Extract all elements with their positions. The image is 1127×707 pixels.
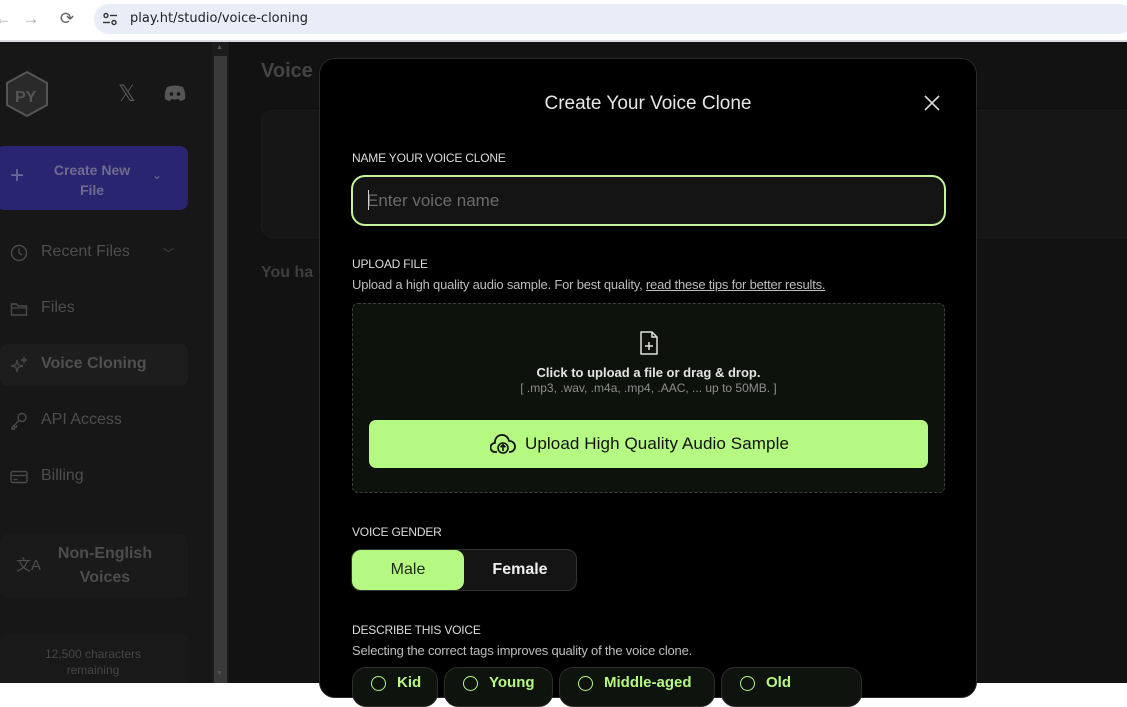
upload-description: Upload a high quality audio sample. For …	[352, 277, 826, 292]
dropzone-text: Click to upload a file or drag & drop.	[536, 365, 761, 380]
tag-young[interactable]: Young	[444, 667, 553, 707]
tag-old[interactable]: Old	[721, 667, 862, 707]
discord-icon[interactable]	[163, 84, 187, 102]
non-english-voices-label: Non-English Voices	[57, 545, 153, 586]
file-dropzone[interactable]: Click to upload a file or drag & drop. […	[352, 303, 945, 493]
cloud-upload-icon	[490, 434, 516, 454]
sidebar-item-label: Billing	[41, 467, 84, 484]
create-new-file-label: Create New File	[53, 162, 131, 198]
sidebar-item-api-access[interactable]: API Access	[0, 400, 188, 442]
text-caret	[368, 190, 369, 210]
x-twitter-icon[interactable]: 𝕏	[118, 82, 136, 107]
svg-text:PY: PY	[15, 89, 37, 106]
characters-remaining-text: 12,500 characters remaining	[44, 647, 142, 677]
sparkles-icon	[10, 356, 28, 373]
page-title: Voice	[261, 60, 313, 82]
forward-button[interactable]: →	[20, 8, 42, 30]
create-voice-clone-modal: Create Your Voice Clone NAME YOUR VOICE …	[319, 58, 977, 707]
sidebar: PY 𝕏 + Create New File ⌄ Recent Files ﹀ …	[0, 42, 212, 683]
gender-toggle: Male Female	[351, 549, 577, 591]
sidebar-item-label: Voice Cloning	[41, 355, 147, 372]
plus-circle-icon	[463, 676, 478, 691]
sidebar-item-files[interactable]: Files	[0, 288, 188, 330]
upload-audio-button-label: Upload High Quality Audio Sample	[525, 434, 790, 453]
voice-name-input[interactable]	[351, 175, 946, 226]
dropzone-formats: [ .mp3, .wav, .m4a, .mp4, .AAC, ... up t…	[520, 381, 777, 395]
sidebar-item-label: API Access	[41, 411, 122, 428]
describe-section-label: DESCRIBE THIS VOICE	[352, 623, 481, 637]
gender-option-female[interactable]: Female	[464, 550, 576, 590]
name-section-label: NAME YOUR VOICE CLONE	[352, 151, 506, 165]
plus-icon: +	[10, 162, 25, 189]
scroll-down-arrow-icon[interactable]: ▼	[216, 670, 223, 677]
tips-link[interactable]: read these tips for better results.	[646, 277, 826, 292]
plus-circle-icon	[740, 676, 755, 691]
gender-option-male[interactable]: Male	[352, 550, 464, 590]
gender-section-label: VOICE GENDER	[352, 525, 442, 539]
sidebar-scrollbar[interactable]: ▲ ▼	[212, 42, 229, 683]
clock-icon	[10, 244, 28, 262]
tag-kid[interactable]: Kid	[352, 667, 438, 707]
address-bar[interactable]: play.ht/studio/voice-cloning	[94, 4, 1127, 34]
tag-middle-aged[interactable]: Middle-aged	[559, 667, 715, 707]
scrollbar-thumb[interactable]	[214, 56, 227, 683]
plus-circle-icon	[578, 676, 593, 691]
back-button[interactable]: ←	[0, 8, 14, 30]
upload-section-label: UPLOAD FILE	[352, 257, 428, 271]
reload-button[interactable]: ⟳	[56, 8, 78, 30]
close-icon[interactable]	[922, 93, 942, 113]
non-english-voices-button[interactable]: 文A Non-English Voices	[0, 534, 188, 598]
file-plus-icon	[640, 331, 658, 355]
sidebar-item-voice-cloning[interactable]: Voice Cloning	[0, 344, 188, 386]
key-icon	[11, 412, 27, 430]
playht-logo[interactable]: PY	[4, 70, 50, 118]
sidebar-item-billing[interactable]: Billing	[0, 456, 188, 498]
url-text[interactable]: play.ht/studio/voice-cloning	[130, 11, 308, 26]
site-settings-icon[interactable]	[102, 11, 118, 27]
browser-toolbar: ← → ⟳ play.ht/studio/voice-cloning	[0, 0, 1127, 40]
describe-description: Selecting the correct tags improves qual…	[352, 643, 693, 658]
chevron-down-icon[interactable]: ﹀	[163, 245, 174, 261]
upload-description-text: Upload a high quality audio sample. For …	[352, 277, 646, 292]
sidebar-item-recent-files[interactable]: Recent Files ﹀	[0, 232, 188, 274]
upload-audio-button[interactable]: Upload High Quality Audio Sample	[369, 420, 928, 468]
translate-icon: 文A	[16, 557, 42, 574]
scroll-up-arrow-icon[interactable]: ▲	[216, 44, 223, 51]
characters-remaining-box: 12,500 characters remaining	[0, 634, 188, 683]
sidebar-item-label: Recent Files	[41, 243, 130, 260]
folder-icon	[10, 303, 28, 316]
plus-circle-icon	[371, 676, 386, 691]
credit-card-icon	[10, 470, 28, 484]
sidebar-item-label: Files	[41, 299, 75, 316]
modal-title: Create Your Voice Clone	[544, 93, 752, 114]
create-new-file-button[interactable]: + Create New File ⌄	[0, 146, 188, 210]
chevron-down-icon[interactable]: ⌄	[152, 168, 162, 182]
main-note-text: You ha	[261, 264, 314, 281]
